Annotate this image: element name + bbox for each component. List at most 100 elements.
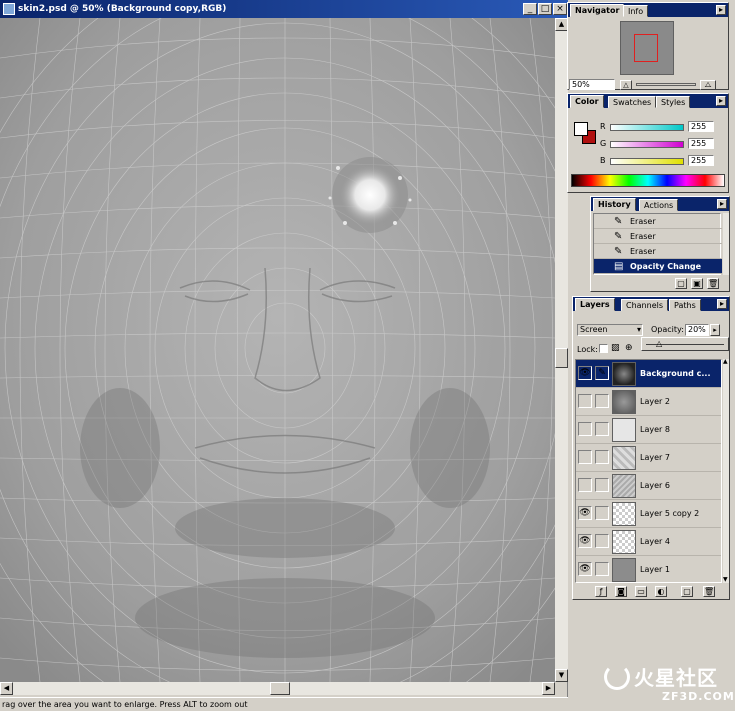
document-titlebar[interactable]: skin2.psd @ 50% (Background copy,RGB): [0, 0, 568, 18]
history-palette: History Actions ▸ ✎ Eraser ✎ Eraser ✎ Er…: [590, 196, 730, 292]
zoom-slider[interactable]: [636, 83, 696, 86]
visibility-toggle[interactable]: [578, 450, 592, 464]
scroll-left-arrow-icon[interactable]: ◀: [0, 682, 13, 695]
layer-row[interactable]: 👁 ✎ Background c...: [576, 360, 721, 388]
green-slider[interactable]: [610, 141, 684, 148]
tab-paths[interactable]: Paths: [669, 299, 701, 311]
lock-label: Lock:: [577, 345, 598, 354]
history-item-label: Eraser: [630, 232, 656, 241]
brush-icon[interactable]: ✎: [595, 366, 609, 380]
adjustment-layer-icon[interactable]: ◐: [655, 586, 667, 597]
scroll-up-arrow-icon[interactable]: ▲: [723, 359, 728, 365]
blue-slider[interactable]: [610, 158, 684, 165]
tab-styles[interactable]: Styles: [656, 96, 691, 108]
scroll-down-arrow-icon[interactable]: ▼: [723, 577, 728, 583]
eye-icon[interactable]: 👁: [578, 366, 592, 380]
eye-icon[interactable]: 👁: [578, 506, 592, 520]
new-set-icon[interactable]: ▭: [635, 586, 647, 597]
new-snapshot-icon[interactable]: ▣: [691, 278, 703, 289]
trash-icon[interactable]: 🗑: [703, 586, 715, 597]
maximize-button[interactable]: □: [538, 3, 552, 15]
layer-thumbnail: [612, 418, 636, 442]
opacity-arrow-icon[interactable]: ▸: [710, 324, 720, 336]
document-state-icon: ▤: [614, 261, 624, 272]
blue-value-field[interactable]: 255: [688, 155, 714, 166]
eye-icon[interactable]: 👁: [578, 562, 592, 576]
opacity-field[interactable]: 20%: [685, 324, 709, 336]
link-toggle[interactable]: [595, 478, 609, 492]
add-mask-icon[interactable]: ◙: [615, 586, 627, 597]
layer-style-icon[interactable]: ƒ: [595, 586, 607, 597]
watermark-logo: [604, 664, 630, 690]
link-toggle[interactable]: [595, 562, 609, 576]
palette-menu-arrow-icon[interactable]: ▸: [717, 299, 727, 309]
image-canvas[interactable]: [0, 18, 555, 682]
close-button[interactable]: ×: [553, 3, 567, 15]
eye-icon[interactable]: 👁: [578, 534, 592, 548]
horizontal-scrollbar[interactable]: ◀ ▶: [0, 682, 555, 695]
lock-position-icon[interactable]: ⊕: [625, 343, 633, 353]
lock-image-icon[interactable]: ▨: [611, 343, 620, 353]
opacity-popup-slider[interactable]: △: [641, 337, 729, 351]
history-scrollbar[interactable]: [723, 213, 729, 275]
history-item[interactable]: ✎ Eraser: [594, 229, 722, 244]
layer-row[interactable]: 👁 Layer 5 copy 2: [576, 500, 721, 528]
minimize-button[interactable]: _: [523, 3, 537, 15]
tab-color[interactable]: Color: [570, 95, 604, 108]
link-toggle[interactable]: [595, 394, 609, 408]
zoom-field[interactable]: 50%: [569, 79, 615, 90]
layer-thumbnail: [612, 502, 636, 526]
link-toggle[interactable]: [595, 422, 609, 436]
scroll-right-arrow-icon[interactable]: ▶: [542, 682, 555, 695]
horizontal-scroll-thumb[interactable]: [270, 682, 290, 695]
layer-row[interactable]: Layer 8: [576, 416, 721, 444]
new-layer-icon[interactable]: ▢: [681, 586, 693, 597]
vertical-scroll-thumb[interactable]: [555, 348, 568, 368]
layer-thumbnail: [612, 474, 636, 498]
tab-channels[interactable]: Channels: [621, 299, 669, 311]
link-toggle[interactable]: [595, 534, 609, 548]
tab-actions[interactable]: Actions: [639, 199, 679, 211]
layer-row[interactable]: 👁 Layer 4: [576, 528, 721, 556]
tab-history[interactable]: History: [593, 198, 636, 211]
lock-transparency-checkbox[interactable]: [599, 344, 608, 353]
green-value-field[interactable]: 255: [688, 138, 714, 149]
history-tabbar: History Actions ▸: [591, 197, 729, 211]
blend-mode-select[interactable]: Screen ▾: [577, 324, 643, 336]
new-document-from-state-icon[interactable]: ▢: [675, 278, 687, 289]
layer-row[interactable]: Layer 2: [576, 388, 721, 416]
opacity-slider-thumb[interactable]: △: [656, 340, 662, 348]
scroll-down-arrow-icon[interactable]: ▼: [555, 669, 568, 682]
palette-menu-arrow-icon[interactable]: ▸: [716, 5, 726, 15]
layer-name: Layer 5 copy 2: [640, 509, 700, 518]
red-value-field[interactable]: 255: [688, 121, 714, 132]
layer-row[interactable]: Layer 7: [576, 444, 721, 472]
tab-info[interactable]: Info: [623, 5, 649, 17]
layers-scrollbar[interactable]: ▲ ▼: [723, 359, 729, 583]
history-item[interactable]: ✎ Eraser: [594, 214, 722, 229]
foreground-color-swatch[interactable]: [574, 122, 588, 136]
visibility-toggle[interactable]: [578, 394, 592, 408]
eraser-icon: ✎: [614, 246, 623, 257]
navigator-view-box[interactable]: [634, 34, 658, 62]
layer-row[interactable]: Layer 6: [576, 472, 721, 500]
palette-menu-arrow-icon[interactable]: ▸: [717, 199, 727, 209]
palette-menu-arrow-icon[interactable]: ▸: [716, 96, 726, 106]
link-toggle[interactable]: [595, 506, 609, 520]
trash-icon[interactable]: 🗑: [707, 278, 719, 289]
layer-row[interactable]: 👁 Layer 1: [576, 556, 721, 582]
layer-name: Background c...: [640, 369, 711, 378]
zoom-in-icon[interactable]: ⧍: [700, 80, 716, 90]
zoom-out-icon[interactable]: △: [620, 80, 632, 90]
visibility-toggle[interactable]: [578, 478, 592, 492]
color-spectrum-ramp[interactable]: [571, 174, 725, 187]
red-slider[interactable]: [610, 124, 684, 131]
navigator-thumbnail[interactable]: [620, 21, 674, 75]
history-item[interactable]: ▤ Opacity Change: [594, 259, 722, 274]
tab-navigator[interactable]: Navigator: [570, 4, 625, 17]
history-item[interactable]: ✎ Eraser: [594, 244, 722, 259]
tab-layers[interactable]: Layers: [575, 298, 615, 311]
tab-swatches[interactable]: Swatches: [608, 96, 657, 108]
link-toggle[interactable]: [595, 450, 609, 464]
visibility-toggle[interactable]: [578, 422, 592, 436]
